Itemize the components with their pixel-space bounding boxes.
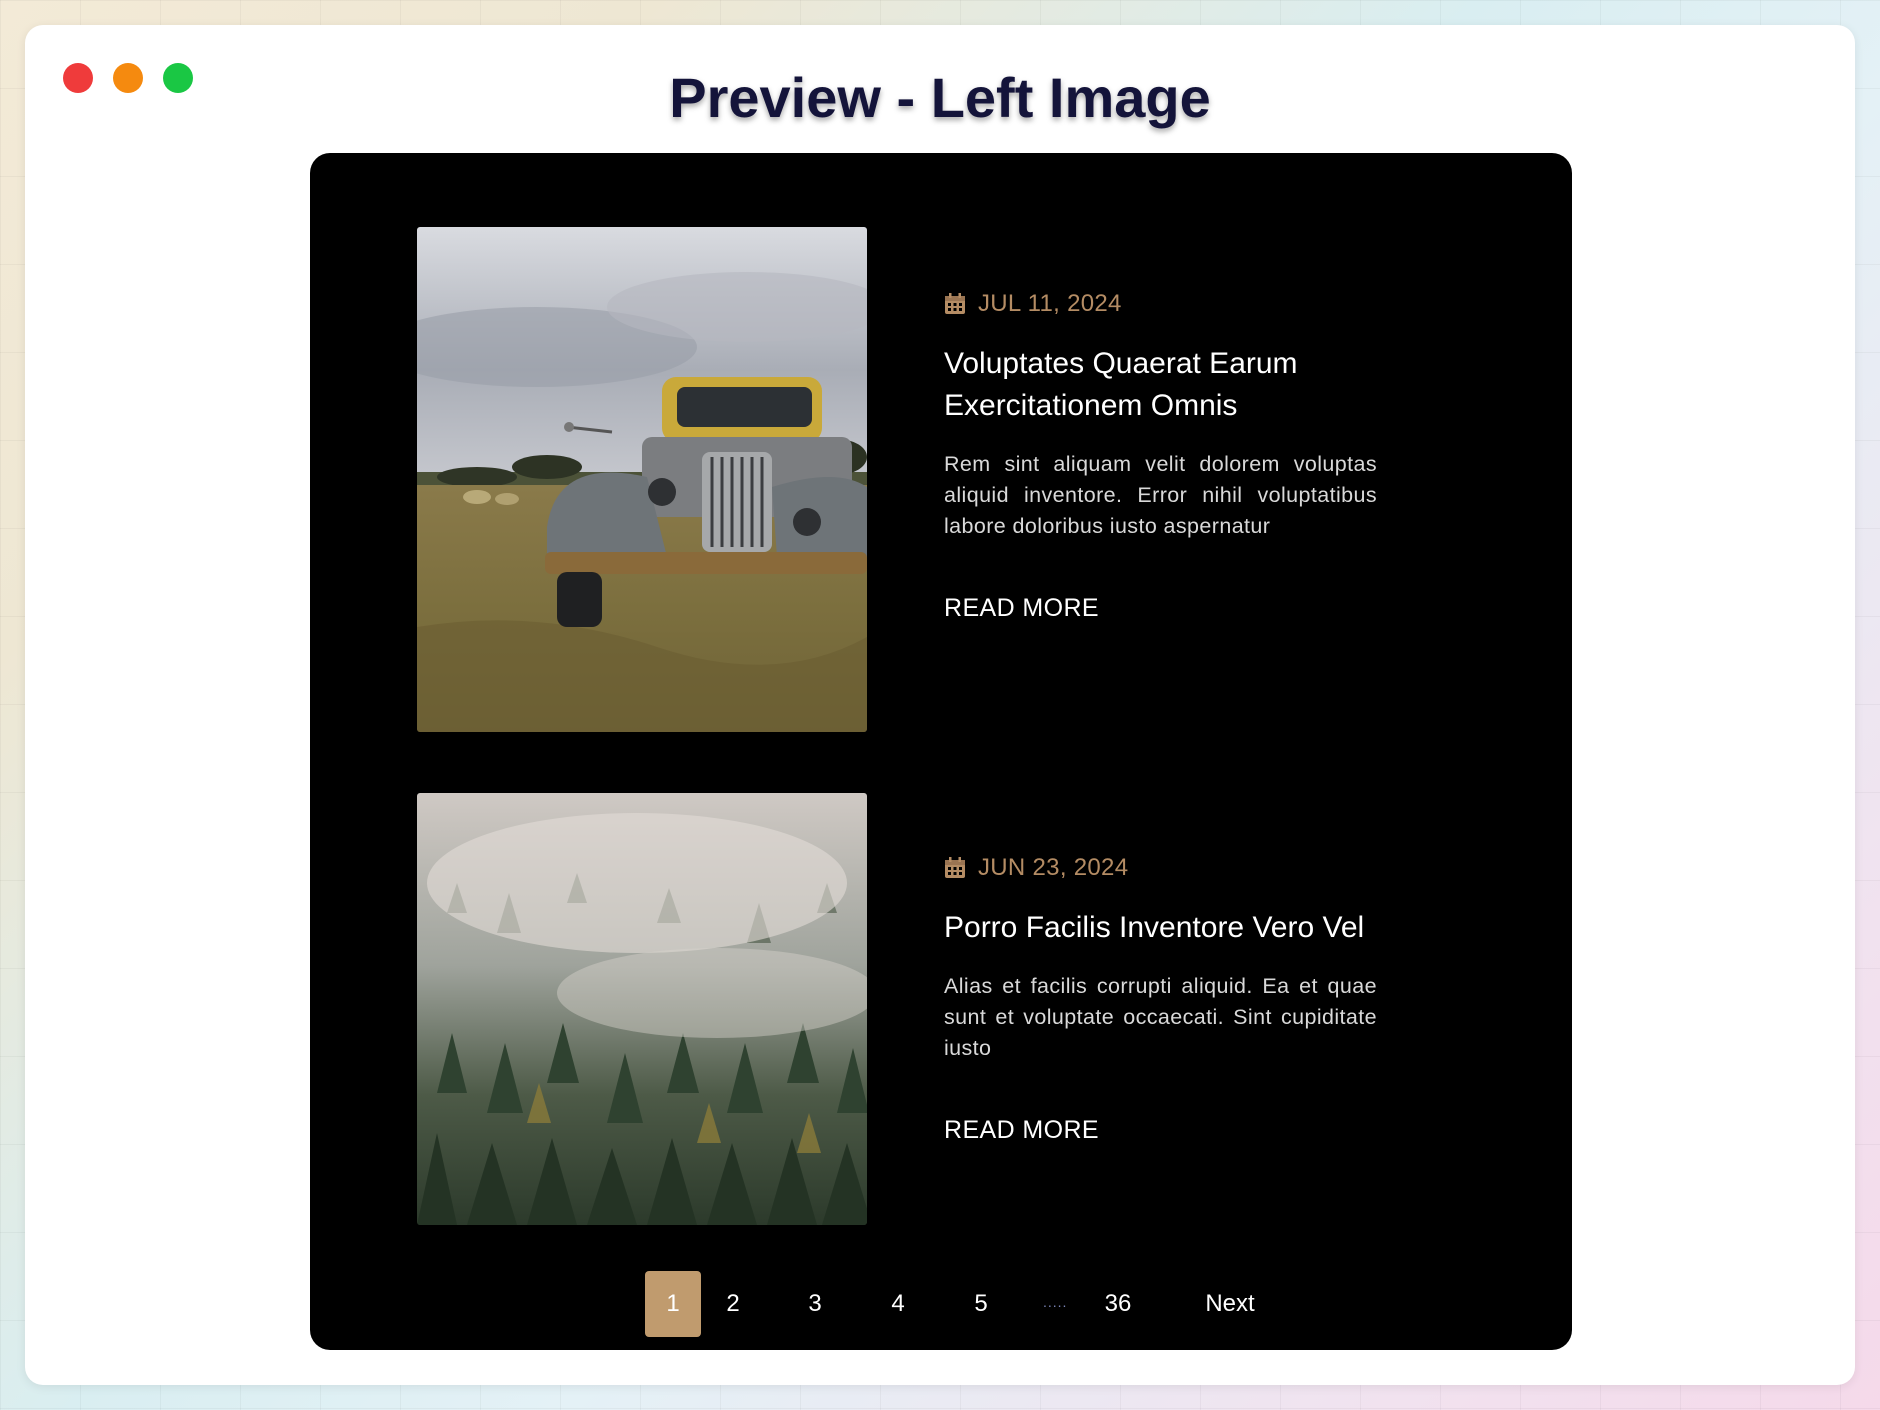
blog-post: JUN 23, 2024 Porro Facilis Inventore Ver… bbox=[417, 793, 1377, 1225]
blog-post: JUL 11, 2024 Voluptates Quaerat Earum Ex… bbox=[417, 227, 1377, 732]
read-more-link[interactable]: READ MORE bbox=[944, 1116, 1099, 1145]
post-image-forest[interactable] bbox=[417, 793, 867, 1225]
pagination: 1 2 3 4 5 ..... 36 Next bbox=[310, 1271, 1572, 1337]
post-title[interactable]: Voluptates Quaerat Earum Exercitationem … bbox=[944, 343, 1377, 427]
post-excerpt: Alias et facilis corrupti aliquid. Ea et… bbox=[944, 974, 1377, 1060]
misty-forest-image bbox=[417, 793, 867, 1225]
calendar-icon bbox=[945, 857, 965, 878]
post-content: JUL 11, 2024 Voluptates Quaerat Earum Ex… bbox=[944, 287, 1377, 623]
post-date-row: JUN 23, 2024 bbox=[944, 851, 1377, 885]
post-date: JUN 23, 2024 bbox=[978, 854, 1129, 881]
page-button-5[interactable]: 5 bbox=[963, 1271, 999, 1337]
post-title[interactable]: Porro Facilis Inventore Vero Vel bbox=[944, 907, 1377, 949]
next-page-button[interactable]: Next bbox=[1190, 1271, 1270, 1337]
preview-window: Preview - Left Image JUL 11, 2024 Volupt… bbox=[25, 25, 1855, 1385]
truck-field-image bbox=[417, 227, 867, 732]
pagination-ellipsis: ..... bbox=[1043, 1294, 1068, 1310]
post-content: JUN 23, 2024 Porro Facilis Inventore Ver… bbox=[944, 851, 1377, 1145]
post-date-row: JUL 11, 2024 bbox=[944, 287, 1377, 321]
page-button-1[interactable]: 1 bbox=[645, 1271, 701, 1337]
page-button-4[interactable]: 4 bbox=[880, 1271, 916, 1337]
page-button-3[interactable]: 3 bbox=[797, 1271, 833, 1337]
page-title: Preview - Left Image bbox=[669, 66, 1211, 129]
read-more-link[interactable]: READ MORE bbox=[944, 594, 1099, 623]
page-button-last[interactable]: 36 bbox=[1098, 1271, 1138, 1337]
blog-preview-card: JUL 11, 2024 Voluptates Quaerat Earum Ex… bbox=[310, 153, 1572, 1350]
calendar-icon bbox=[945, 293, 965, 314]
page-button-2[interactable]: 2 bbox=[715, 1271, 751, 1337]
post-image-truck[interactable] bbox=[417, 227, 867, 732]
post-excerpt: Rem sint aliquam velit dolorem voluptas … bbox=[944, 452, 1377, 538]
post-date: JUL 11, 2024 bbox=[978, 290, 1122, 317]
